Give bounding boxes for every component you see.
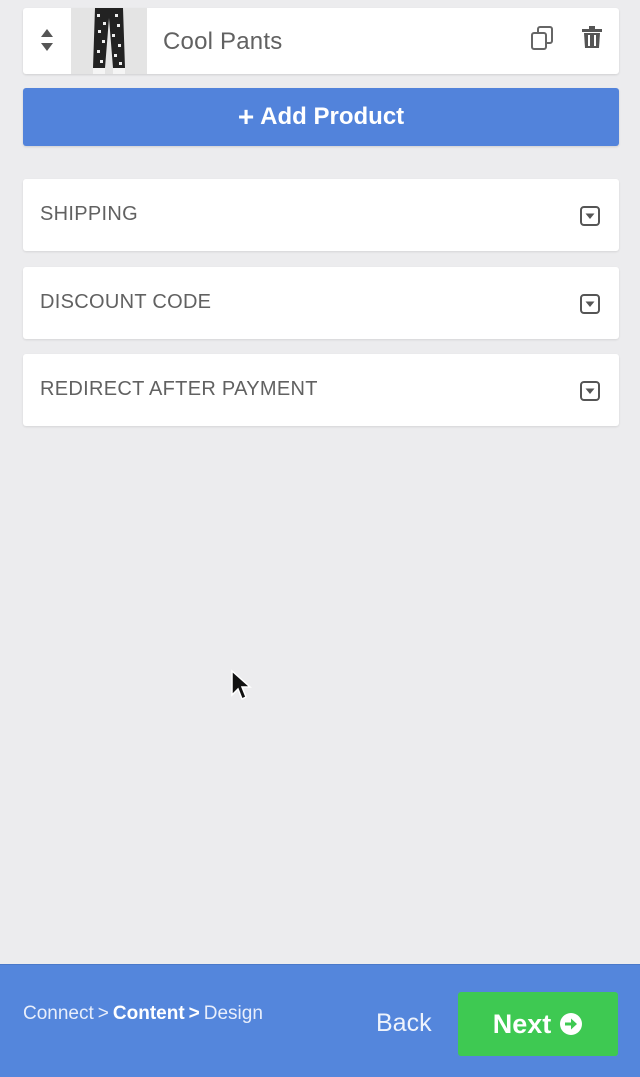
breadcrumb-step-content[interactable]: Content: [113, 1003, 185, 1024]
expand-toggle-icon[interactable]: [580, 294, 600, 314]
duplicate-icon[interactable]: [529, 24, 557, 52]
expand-toggle-icon[interactable]: [580, 206, 600, 226]
add-product-button[interactable]: + Add Product: [23, 88, 619, 146]
section-label: DISCOUNT CODE: [40, 291, 212, 313]
arrow-circle-right-icon: [560, 1013, 583, 1035]
section-redirect-after-payment[interactable]: REDIRECT AFTER PAYMENT: [23, 354, 619, 426]
product-thumbnail: [71, 8, 147, 74]
breadcrumb-step-connect[interactable]: Connect: [23, 1003, 94, 1024]
expand-toggle-icon[interactable]: [580, 381, 600, 401]
breadcrumb-step-design[interactable]: Design: [204, 1003, 263, 1024]
back-button[interactable]: Back: [376, 1009, 432, 1038]
breadcrumb-separator: >: [97, 1003, 109, 1024]
product-row: Cool Pants: [23, 8, 619, 74]
mouse-cursor-icon: [231, 669, 252, 701]
section-label: REDIRECT AFTER PAYMENT: [40, 378, 318, 400]
section-shipping[interactable]: SHIPPING: [23, 179, 619, 251]
breadcrumb-separator: >: [188, 1003, 200, 1024]
product-name: Cool Pants: [163, 28, 283, 55]
top-strip: [0, 0, 640, 8]
next-button[interactable]: Next: [458, 992, 618, 1056]
section-discount-code[interactable]: DISCOUNT CODE: [23, 267, 619, 339]
add-product-label: Add Product: [260, 103, 405, 130]
section-label: SHIPPING: [40, 203, 138, 225]
next-label: Next: [492, 1008, 552, 1039]
plus-icon: +: [237, 101, 255, 132]
footer-bar: Connect > Content > Design Back Next: [0, 964, 640, 1077]
sort-arrows-icon[interactable]: [37, 26, 57, 54]
trash-icon[interactable]: [579, 24, 605, 52]
breadcrumb: Connect > Content > Design: [23, 1003, 263, 1025]
